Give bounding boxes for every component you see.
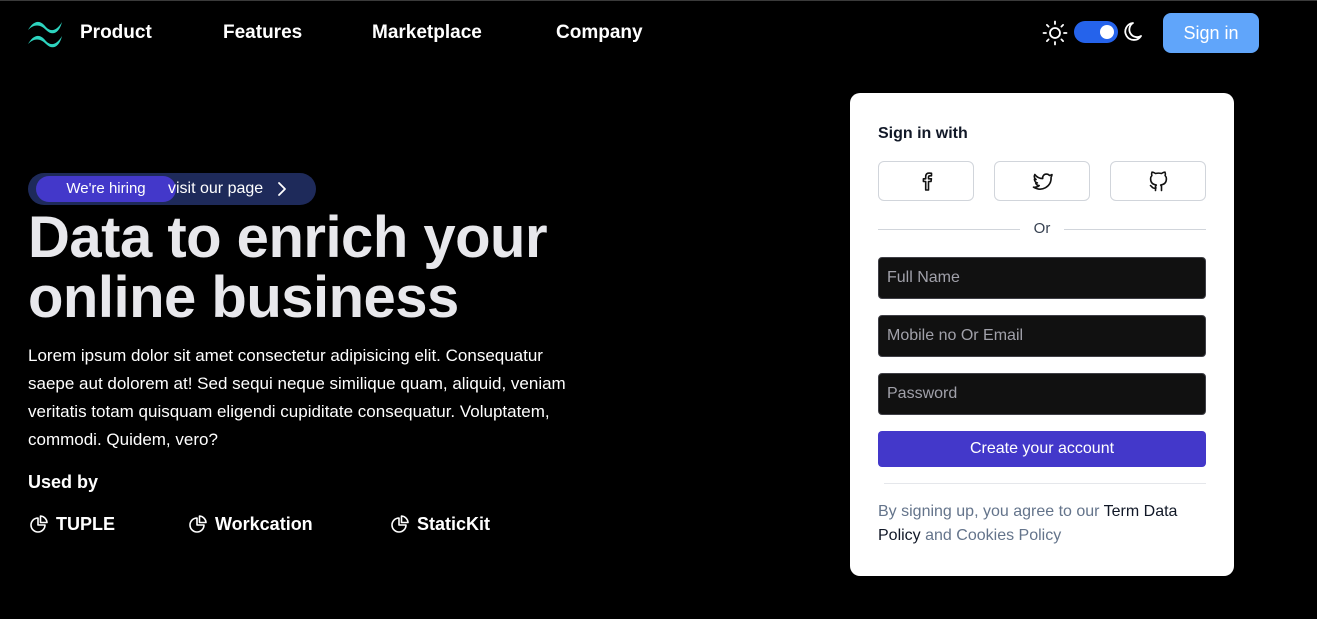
nav-features[interactable]: Features — [223, 22, 302, 44]
brand-name: StaticKit — [417, 513, 491, 534]
pie-chart-icon — [30, 515, 48, 533]
hero-headline: Data to enrich your online business — [28, 205, 548, 330]
github-button[interactable] — [1110, 161, 1206, 201]
card-divider — [884, 483, 1206, 484]
moon-icon — [1124, 22, 1142, 41]
create-account-button[interactable]: Create your account — [878, 431, 1206, 467]
brand-name: Workcation — [215, 513, 313, 534]
sign-in-button[interactable]: Sign in — [1163, 13, 1259, 53]
facebook-button[interactable] — [878, 161, 974, 201]
sun-icon — [1042, 20, 1068, 46]
brand-name: TUPLE — [56, 513, 116, 534]
github-icon — [1149, 171, 1168, 192]
twitter-button[interactable] — [994, 161, 1090, 201]
visit-page-link[interactable]: visit our page — [168, 173, 263, 205]
nav-product[interactable]: Product — [80, 22, 152, 44]
nav-marketplace[interactable]: Marketplace — [372, 22, 482, 44]
pie-chart-icon — [189, 515, 207, 533]
twitter-icon — [1032, 173, 1053, 190]
logo-icon[interactable] — [26, 16, 64, 50]
terms-mid: and — [920, 527, 957, 544]
pie-chart-icon — [391, 515, 409, 533]
hiring-announcement[interactable]: We're hiring visit our page — [28, 173, 316, 205]
hero-description: Lorem ipsum dolor sit amet consectetur a… — [28, 346, 566, 449]
password-input[interactable] — [878, 373, 1206, 415]
nav-company[interactable]: Company — [556, 22, 643, 44]
switch-knob — [1100, 25, 1114, 39]
mobile-or-email-input[interactable] — [878, 315, 1206, 357]
card-title: Sign in with — [878, 125, 968, 142]
brand-statickit: StaticKit — [390, 512, 490, 536]
theme-toggle — [1040, 17, 1150, 49]
hiring-badge: We're hiring — [36, 176, 176, 202]
brand-tuple: TUPLE — [29, 512, 115, 536]
terms-prefix: By signing up, you agree to our — [878, 503, 1104, 520]
brand-workcation: Workcation — [188, 512, 313, 536]
facebook-icon — [922, 172, 933, 191]
signup-card: Sign in with Or Create your account By s… — [850, 93, 1234, 576]
or-separator: Or — [878, 219, 1206, 239]
chevron-right-icon — [278, 182, 286, 196]
terms-text: By signing up, you agree to our Term Dat… — [878, 500, 1198, 548]
theme-switch[interactable] — [1074, 21, 1118, 43]
full-name-input[interactable] — [878, 257, 1206, 299]
used-by-label: Used by — [28, 472, 99, 492]
or-label: Or — [1033, 220, 1051, 237]
top-border — [0, 0, 1317, 1]
cookies-policy-link[interactable]: Cookies Policy — [956, 527, 1061, 544]
